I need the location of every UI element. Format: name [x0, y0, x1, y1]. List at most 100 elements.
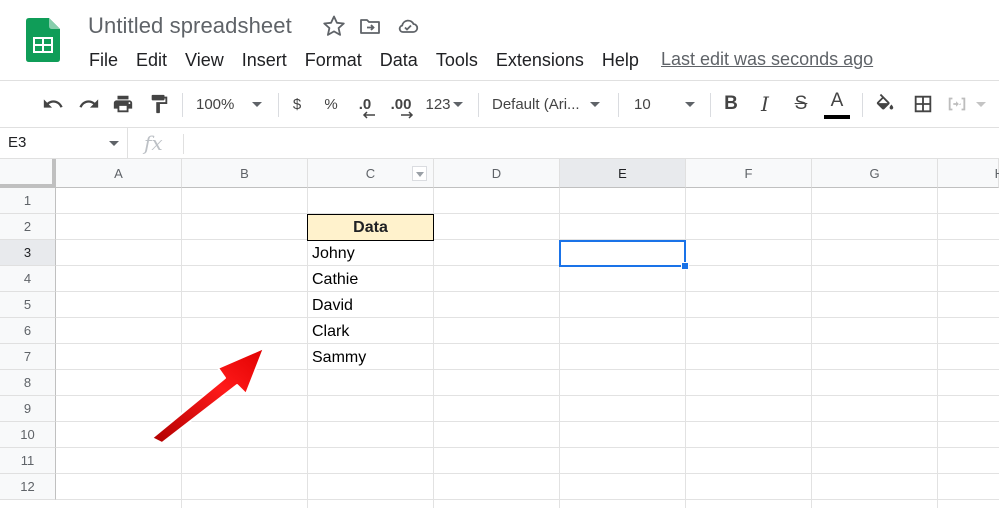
undo-button[interactable]: [40, 81, 66, 127]
menu-file[interactable]: File: [80, 50, 127, 71]
paint-roller-icon: [151, 94, 168, 114]
row-header-1[interactable]: 1: [0, 188, 56, 214]
app-header: Untitled spreadsheet File Edit View Inse…: [0, 0, 999, 80]
cell-c6[interactable]: Clark: [307, 319, 433, 345]
menu-help[interactable]: Help: [593, 50, 648, 71]
increase-decimal-button[interactable]: .00: [388, 81, 414, 127]
row-header-7[interactable]: 7: [0, 344, 56, 370]
cell-c2[interactable]: Data: [307, 214, 434, 241]
fill-handle[interactable]: [681, 262, 689, 270]
chevron-down-icon: [589, 101, 600, 107]
column-header-b[interactable]: B: [182, 159, 308, 188]
column-header-d[interactable]: D: [434, 159, 560, 188]
row-header-8[interactable]: 8: [0, 370, 56, 396]
column-header-c[interactable]: C: [308, 159, 434, 188]
decrease-decimal-label: .0: [358, 95, 372, 113]
zoom-value: 100%: [196, 95, 235, 113]
formula-bar: E3 fx: [0, 128, 999, 159]
currency-format-button[interactable]: $: [286, 81, 308, 127]
cell-c3[interactable]: Johny: [307, 241, 433, 267]
zoom-select[interactable]: 100%: [196, 81, 268, 127]
row-header-6[interactable]: 6: [0, 318, 56, 344]
column-header-f[interactable]: F: [686, 159, 812, 188]
red-arrow-annotation-icon: [151, 347, 265, 444]
text-color-swatch: [824, 115, 850, 119]
menu-insert[interactable]: Insert: [233, 50, 296, 71]
cloud-saved-icon[interactable]: [396, 14, 420, 38]
star-icon[interactable]: [322, 14, 346, 38]
toolbar-separator: [278, 93, 279, 117]
toolbar: 100% $ % .0 .00 123 Default (Ari... 10 B…: [0, 80, 999, 128]
column-header-a[interactable]: A: [56, 159, 182, 188]
italic-button[interactable]: I: [754, 81, 776, 127]
increase-decimal-label: .00: [390, 95, 412, 113]
redo-icon: [79, 99, 99, 108]
sheet-grid: A B C D E F G H 1 2 3 4 5 6 7 8 9 10 11 …: [0, 159, 999, 508]
row-header-10[interactable]: 10: [0, 422, 56, 448]
menu-extensions[interactable]: Extensions: [487, 50, 593, 71]
sheets-logo-icon[interactable]: [26, 18, 60, 62]
font-family-select[interactable]: Default (Ari...: [492, 81, 608, 127]
borders-icon: [914, 95, 932, 113]
fill-color-button[interactable]: [872, 81, 898, 127]
menu-view[interactable]: View: [176, 50, 233, 71]
redo-button[interactable]: [76, 81, 102, 127]
row-header-2[interactable]: 2: [0, 214, 56, 240]
percent-format-button[interactable]: %: [320, 81, 342, 127]
more-formats-button[interactable]: 123: [422, 81, 466, 127]
column-header-e[interactable]: E: [560, 159, 686, 188]
column-header-h[interactable]: H: [938, 159, 999, 188]
merge-cells-icon: [948, 97, 966, 111]
column-header-g[interactable]: G: [812, 159, 938, 188]
document-title[interactable]: Untitled spreadsheet: [88, 13, 292, 39]
filter-icon[interactable]: [412, 166, 427, 181]
strikethrough-button[interactable]: S: [790, 81, 812, 127]
paint-format-button[interactable]: [146, 81, 172, 127]
last-edit-link[interactable]: Last edit was seconds ago: [661, 49, 873, 70]
toolbar-separator: [182, 93, 183, 117]
print-button[interactable]: [110, 81, 136, 127]
formula-separator: [183, 134, 184, 154]
bold-button[interactable]: B: [720, 81, 742, 127]
cell-c4[interactable]: Cathie: [307, 267, 433, 293]
toolbar-separator: [618, 93, 619, 117]
font-size-select[interactable]: 10: [634, 81, 700, 127]
cell-c5[interactable]: David: [307, 293, 433, 319]
menu-data[interactable]: Data: [371, 50, 427, 71]
menu-format[interactable]: Format: [296, 50, 371, 71]
arrow-right-small-icon: [401, 111, 414, 119]
toolbar-separator: [862, 93, 863, 117]
menu-tools[interactable]: Tools: [427, 50, 487, 71]
font-family-value: Default (Ari...: [492, 95, 580, 113]
toolbar-separator: [478, 93, 479, 117]
arrow-left-small-icon: [362, 111, 375, 119]
spreadsheet-app: Untitled spreadsheet File Edit View Inse…: [0, 0, 999, 508]
move-to-folder-icon[interactable]: [358, 14, 382, 38]
chevron-down-icon: [684, 101, 695, 107]
row-header-11[interactable]: 11: [0, 448, 56, 474]
menu-edit[interactable]: Edit: [127, 50, 176, 71]
chevron-down-icon: [976, 101, 986, 107]
select-all-corner[interactable]: [0, 159, 56, 188]
text-color-button[interactable]: A: [824, 81, 850, 127]
chevron-down-icon: [109, 141, 119, 146]
borders-button[interactable]: [910, 81, 936, 127]
row-header-3[interactable]: 3: [0, 240, 56, 266]
toolbar-separator: [710, 93, 711, 117]
row-header-9[interactable]: 9: [0, 396, 56, 422]
row-header-5[interactable]: 5: [0, 292, 56, 318]
selected-cell-e3[interactable]: [559, 240, 689, 270]
column-header-c-label: C: [365, 165, 376, 181]
decrease-decimal-button[interactable]: .0: [352, 81, 378, 127]
text-color-label: A: [830, 90, 844, 111]
paint-bucket-icon: [876, 93, 894, 110]
undo-icon: [43, 99, 63, 108]
row-header-4[interactable]: 4: [0, 266, 56, 292]
font-size-value: 10: [634, 95, 651, 113]
more-formats-label: 123: [425, 95, 451, 113]
fx-icon: fx: [144, 131, 163, 155]
name-box[interactable]: E3: [0, 128, 128, 158]
row-header-12[interactable]: 12: [0, 474, 56, 500]
merge-cells-button[interactable]: [946, 81, 996, 127]
cell-c7[interactable]: Sammy: [307, 345, 433, 371]
